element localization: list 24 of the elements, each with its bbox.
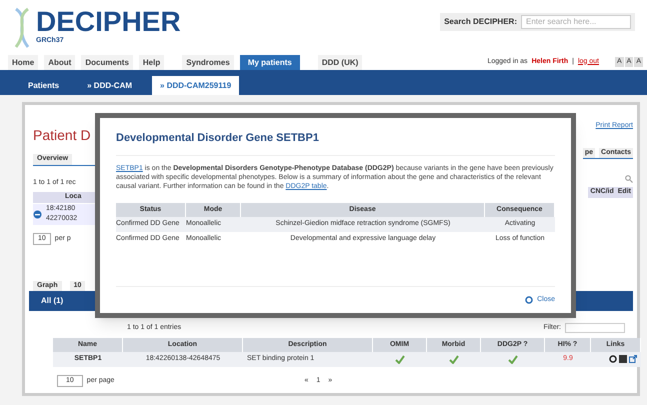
page-title: Patient D	[33, 126, 92, 145]
ring-icon[interactable]	[609, 355, 617, 364]
ring-icon	[525, 296, 534, 304]
nav-tab[interactable]: About	[44, 55, 76, 70]
nav-tab[interactable]: Home	[8, 55, 38, 70]
breadcrumb-tab[interactable]: Patients	[20, 77, 68, 95]
breadcrumb-tab[interactable]: » DDD-CAM	[79, 77, 140, 95]
collapse-icon[interactable]	[33, 210, 42, 218]
nav-tab[interactable]: DDD (UK)	[318, 55, 362, 70]
square-icon[interactable]	[619, 355, 627, 364]
filter-field[interactable]	[565, 323, 625, 334]
nav-tab[interactable]: My patients	[240, 55, 300, 70]
nav-tab[interactable]: Syndromes	[182, 55, 234, 70]
helix-logo-icon	[12, 6, 32, 48]
breadcrumb-tab[interactable]: » DDD-CAM259119	[152, 76, 240, 95]
logo-text: DECIPHER	[36, 8, 181, 36]
external-link-icon[interactable]	[629, 355, 637, 364]
all-tab[interactable]: All (1)	[29, 295, 76, 307]
nav-tab[interactable]: Documents	[81, 55, 133, 70]
nav-tab[interactable]: Help	[138, 55, 164, 70]
search-icon	[625, 175, 633, 183]
search-field[interactable]: Enter search here...	[521, 14, 631, 28]
dialog-title: Developmental Disorder Gene SETBP1	[116, 130, 555, 156]
search-label: Search DECIPHER:	[444, 16, 517, 28]
